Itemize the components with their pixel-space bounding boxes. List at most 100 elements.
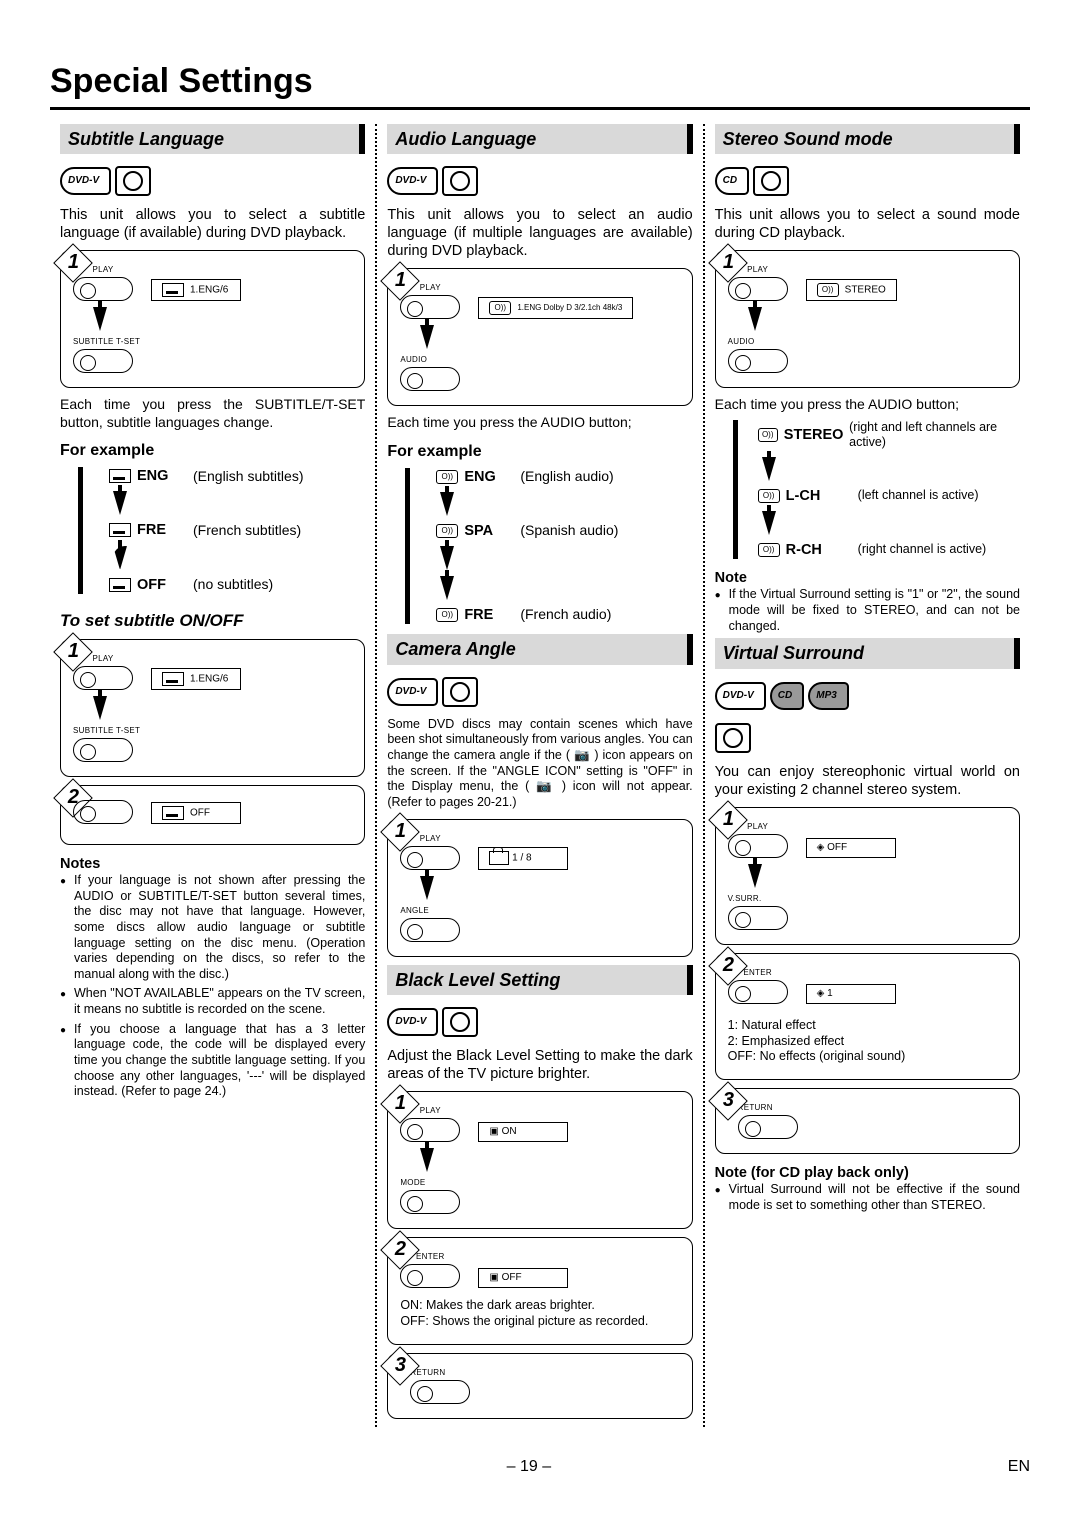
down-arrow-icon (113, 546, 127, 570)
mode-btn-label: MODE (400, 1178, 425, 1188)
angle-button-icon (400, 918, 460, 942)
to-set-subtitle-head: To set subtitle ON/OFF (60, 610, 365, 631)
subtitle-icon (162, 672, 184, 686)
audio-icon: O)) (758, 543, 780, 557)
play-button-icon (400, 295, 460, 319)
audio-icon: O)) (436, 608, 458, 622)
code-lch: L-CH (786, 487, 858, 505)
heading-black-level: Black Level Setting (387, 965, 692, 996)
note-item: When "NOT AVAILABLE" appears on the TV s… (60, 986, 365, 1017)
for-example-head: For example (387, 442, 692, 462)
audio-icon: O)) (758, 489, 780, 503)
dvd-v-badge: DVD-V (387, 1008, 438, 1036)
diagram-black-step3: 3 RETURN (387, 1353, 692, 1419)
subtitle-button-icon (73, 349, 133, 373)
play-button-icon (73, 666, 133, 690)
audio-button-icon (400, 367, 460, 391)
note-item: If the Virtual Surround setting is "1" o… (715, 587, 1020, 634)
column-stereo-sound: Stereo Sound mode CD This unit allows yo… (705, 124, 1030, 1427)
osd-text: 1 / 8 (512, 853, 531, 864)
audio-icon: O)) (436, 470, 458, 484)
desc-spa: (Spanish audio) (520, 522, 618, 540)
dvd-disc-icon (115, 166, 151, 196)
down-arrow-icon (93, 696, 107, 720)
cd-badge: CD (770, 682, 804, 710)
enter-button-icon (728, 980, 788, 1004)
dvd-v-badge: DVD-V (60, 167, 111, 195)
play-label: PLAY (92, 654, 113, 664)
diagram-set-subtitle-2: 2 OFF (60, 785, 365, 845)
enter-btn-label: ENTER (743, 968, 772, 978)
down-arrow-icon (420, 325, 434, 349)
black-text: Adjust the Black Level Setting to make t… (387, 1047, 692, 1083)
media-badges: DVD-V (387, 675, 692, 709)
osd-vs-1: ◈ 1 (806, 984, 896, 1005)
vs-legend-1: 1: Natural effect (728, 1018, 1007, 1034)
subtitle-icon (109, 578, 131, 592)
desc-fre: (French audio) (520, 606, 611, 624)
code-off: OFF (137, 576, 193, 594)
cursor-button-icon (73, 800, 133, 824)
vsurr-button-icon (728, 906, 788, 930)
play-button-icon (73, 277, 133, 301)
return-button-icon (738, 1115, 798, 1139)
note2-heading: Note (for CD play back only) (715, 1164, 1020, 1182)
black-off-caption: OFF: Shows the original picture as recor… (400, 1314, 679, 1330)
black-on-caption: ON: Makes the dark areas brighter. (400, 1298, 679, 1314)
desc-fre: (French subtitles) (193, 522, 301, 540)
audio-example-list: O))ENG(English audio) O))SPA(Spanish aud… (405, 468, 692, 624)
osd-subtitle-set1: 1.ENG/6 (151, 668, 241, 690)
code-eng: ENG (137, 467, 193, 485)
heading-stereo-sound: Stereo Sound mode (715, 124, 1020, 155)
osd-text: STEREO (845, 285, 886, 296)
code-eng: ENG (464, 468, 520, 486)
osd-text: OFF (502, 1272, 522, 1283)
dvd-disc-icon (715, 723, 751, 753)
note-item: If you choose a language that has a 3 le… (60, 1022, 365, 1100)
subtitle-btn-label: SUBTITLE T-SET (73, 726, 140, 736)
down-arrow-icon (748, 307, 762, 331)
desc-eng: (English subtitles) (193, 468, 304, 486)
media-badges: DVD-V (60, 164, 365, 198)
note-item: Virtual Surround will not be effective i… (715, 1182, 1020, 1213)
camera-icon (489, 851, 509, 865)
dvd-disc-icon (442, 677, 478, 707)
osd-subtitle-set2: OFF (151, 802, 241, 824)
media-badges-2 (715, 721, 1020, 755)
diagram-camera-step1: 1 PLAY 1 / 8 ANGLE (387, 819, 692, 957)
osd-text: 1.ENG/6 (190, 673, 228, 684)
subtitle-button-icon (73, 738, 133, 762)
stereo-intro: This unit allows you to select a sound m… (715, 206, 1020, 242)
subtitle-icon (162, 806, 184, 820)
desc-stereo: (right and left channels are active) (849, 420, 1020, 451)
subtitle-example-list: ENG(English subtitles) FRE(French subtit… (78, 467, 365, 593)
code-stereo: STEREO (784, 426, 849, 444)
media-badges: DVD-V (387, 164, 692, 198)
for-example-head: For example (60, 441, 365, 461)
heading-virtual-surround: Virtual Surround (715, 638, 1020, 669)
diagram-audio-step1: 1 PLAY O))1.ENG Dolby D 3/2.1ch 48k/3 AU… (387, 268, 692, 406)
play-label: PLAY (420, 1106, 441, 1116)
note-item: If your language is not shown after pres… (60, 873, 365, 982)
vsurr-btn-label: V.SURR. (728, 894, 762, 904)
stereo-caption: Each time you press the AUDIO button; (715, 396, 1020, 414)
dvd-v-badge: DVD-V (387, 167, 438, 195)
dvd-disc-icon (442, 166, 478, 196)
enter-btn-label: ENTER (416, 1252, 445, 1262)
subtitle-icon (109, 523, 131, 537)
down-arrow-icon (113, 491, 127, 515)
osd-text: 1.ENG Dolby D 3/2.1ch 48k/3 (517, 303, 622, 312)
dvd-v-badge: DVD-V (715, 682, 766, 710)
diagram-subtitle-step1: 1 PLAY 1.ENG/6 SUBTITLE T-SET (60, 250, 365, 388)
angle-btn-label: ANGLE (400, 906, 429, 916)
diagram-vs-step2: 2 ENTER ◈ 1 1: Natural effect 2: Emphasi… (715, 953, 1020, 1080)
vs-text: You can enjoy stereophonic virtual world… (715, 763, 1020, 799)
play-label: PLAY (420, 834, 441, 844)
down-arrow-icon (420, 876, 434, 900)
osd-black-off: ▣ OFF (478, 1268, 568, 1289)
diagram-vs-step3: 3 RETURN (715, 1088, 1020, 1154)
desc-lch: (left channel is active) (858, 488, 979, 504)
mp3-badge: MP3 (808, 682, 849, 710)
audio-caption: Each time you press the AUDIO button; (387, 414, 692, 432)
subtitle-caption: Each time you press the SUBTITLE/T-SET b… (60, 396, 365, 431)
